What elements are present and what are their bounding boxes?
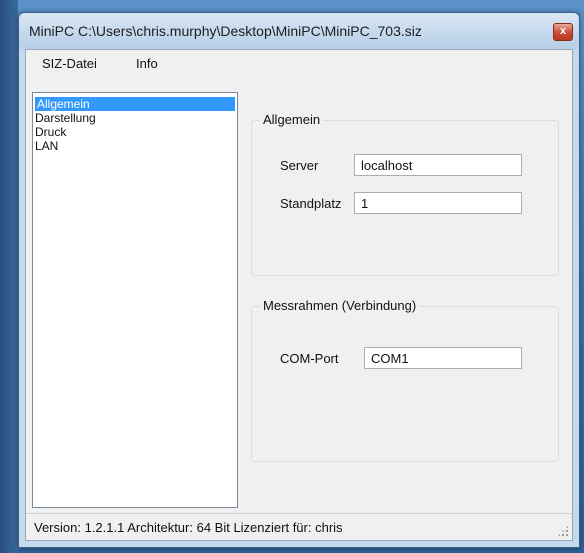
standplatz-label: Standplatz [280,196,342,211]
desktop-background [0,0,18,553]
tree-item-allgemein[interactable]: Allgemein [35,97,235,111]
app-window: MiniPC C:\Users\chris.murphy\Desktop\Min… [18,12,580,548]
server-label: Server [280,158,319,173]
group-messrahmen-title: Messrahmen (Verbindung) [260,298,420,313]
title-bar[interactable]: MiniPC C:\Users\chris.murphy\Desktop\Min… [19,13,579,49]
standplatz-input[interactable] [354,192,522,214]
status-bar: Version: 1.2.1.1 Architektur: 64 Bit Liz… [26,513,572,540]
menu-siz-datei[interactable]: SIZ-Datei [42,56,97,71]
group-messrahmen: Messrahmen (Verbindung) COM-Port [251,298,559,462]
menu-bar: SIZ-Datei Info [26,50,572,76]
menu-info[interactable]: Info [136,56,158,71]
comport-label: COM-Port [280,351,339,366]
window-title: MiniPC C:\Users\chris.murphy\Desktop\Min… [29,23,422,39]
tree-item-druck[interactable]: Druck [33,125,237,139]
group-allgemein: Allgemein Server Standplatz [251,112,559,276]
close-icon: x [559,25,567,37]
tree-item-lan[interactable]: LAN [33,139,237,153]
group-allgemein-title: Allgemein [260,112,324,127]
comport-input[interactable] [364,347,522,369]
status-text: Version: 1.2.1.1 Architektur: 64 Bit Liz… [34,520,343,535]
settings-tree[interactable]: Allgemein Darstellung Druck LAN [32,92,238,508]
resize-grip-icon[interactable] [557,525,569,537]
tree-item-darstellung[interactable]: Darstellung [33,111,237,125]
close-button[interactable]: x [553,23,573,41]
client-area: SIZ-Datei Info Allgemein Darstellung Dru… [25,49,573,541]
server-input[interactable] [354,154,522,176]
